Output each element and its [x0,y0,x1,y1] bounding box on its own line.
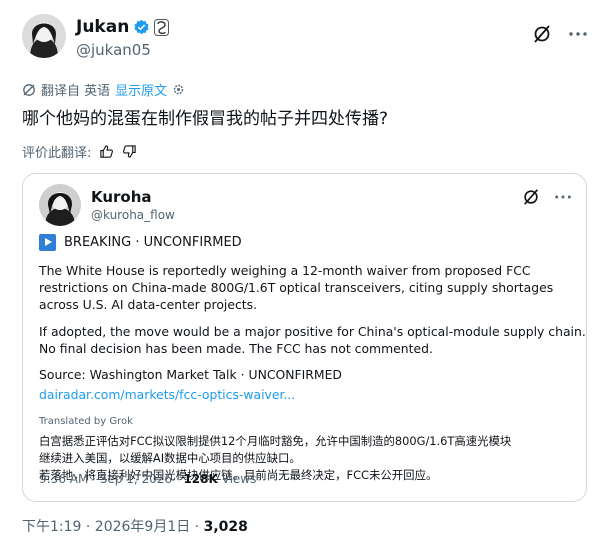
quoted-tweet-card[interactable]: Kuroha @kuroha_flow BREAKING · UNCONFIRM… [22,173,587,502]
quoted-views-count: 128K [183,472,218,486]
translate-icon [23,83,35,96]
paragraph-line: across U.S. AI data-center projects. [39,297,258,312]
thumb-up-icon[interactable] [99,144,114,159]
source-line: Source: Washington Market Talk · UNCONFI… [39,367,342,382]
rate-translation-row: 评价此翻译: [22,142,137,161]
show-original-link[interactable]: 显示原文 [115,80,167,99]
translation-line: 继续进入美国，以缓解AI数据中心项目的供应缺口。 [39,451,301,465]
translation-notice: 翻译自 英语 显示原文 [22,80,185,99]
translated-from-label: 翻译自 英语 [41,84,111,99]
tweet-timestamp[interactable]: 下午1:19 · 2026年9月1日 · [22,519,204,535]
header-actions [532,24,588,44]
paragraph-2: If adopted, the move would be a major po… [39,323,586,357]
paragraph-1: The White House is reportedly weighing a… [39,262,569,313]
settings-gear-icon[interactable] [172,83,185,96]
more-dots-icon[interactable] [568,24,588,44]
quoted-tweet-meta: 9:36 AM · Sep 1, 2026 · 128K Views [39,472,256,486]
author-handle[interactable]: @jukan05 [76,41,151,59]
quoted-timestamp[interactable]: 9:36 AM · Sep 1, 2026 · [39,472,183,486]
verified-badge-icon [134,19,149,34]
translation-line: 白宫据悉正评估对FCC拟议限制提供12个月临时豁免，允许中国制造的800G/1.… [39,434,512,448]
quoted-author-name[interactable]: Kuroha [91,188,152,206]
tweet-text: 哪个他妈的混蛋在制作假冒我的帖子并四处传播? [22,109,389,129]
thumb-down-icon[interactable] [122,144,137,159]
grok-slash-icon[interactable] [532,24,552,44]
author-avatar[interactable] [22,14,66,58]
tweet-footer: 下午1:19 · 2026年9月1日 · 3,028 [22,516,248,536]
affiliate-badge-icon [154,18,170,36]
quoted-author-handle[interactable]: @kuroha_flow [91,208,175,222]
author-name-row: Jukan [76,17,170,37]
breaking-line: BREAKING · UNCONFIRMED [39,232,569,252]
play-button-icon [39,233,56,251]
more-dots-icon[interactable] [554,188,572,206]
tweet-header: Jukan @jukan05 [22,14,592,64]
paragraph-line: If adopted, the move would be a major po… [39,324,586,339]
translated-by-label: Translated by Grok [39,416,133,427]
grok-slash-icon[interactable] [522,188,540,206]
paragraph-line: restrictions on China-made 800G/1.6T opt… [39,280,554,295]
article-link[interactable]: dairadar.com/markets/fcc-optics-waiver..… [39,386,569,403]
paragraph-line: The White House is reportedly weighing a… [39,263,531,278]
paragraph-line: No final decision has been made. The FCC… [39,341,433,356]
quoted-author-avatar[interactable] [39,184,81,226]
author-name[interactable]: Jukan [76,17,129,37]
quoted-tweet-body: BREAKING · UNCONFIRMED The White House i… [39,232,586,484]
rate-translation-label: 评价此翻译: [22,146,92,161]
quoted-views-label: Views [217,472,257,486]
quoted-actions [522,188,572,206]
breaking-label: BREAKING · UNCONFIRMED [64,234,242,250]
tweet-views-count: 3,028 [203,519,248,535]
